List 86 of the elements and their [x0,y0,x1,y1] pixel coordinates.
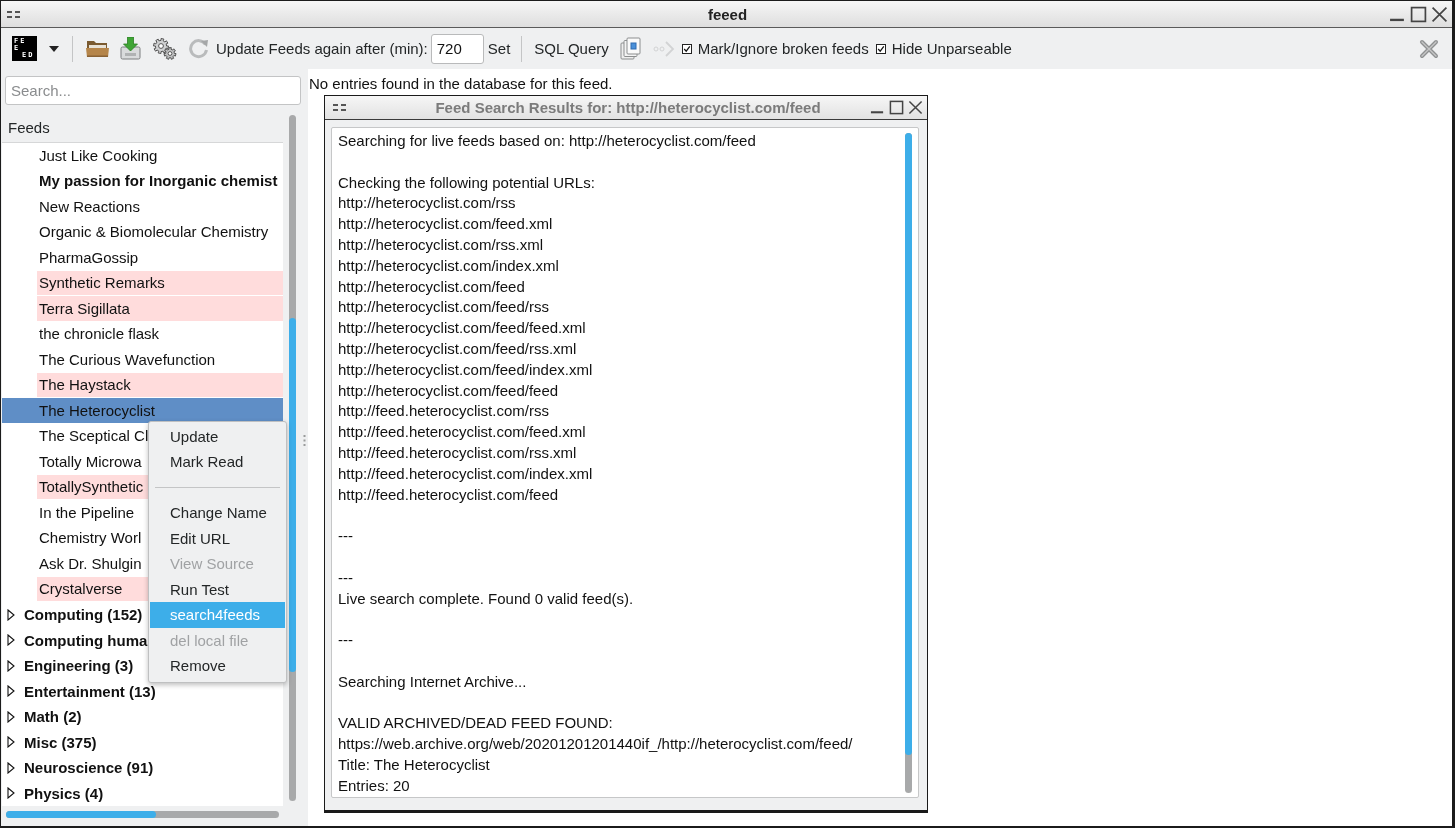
result-line: http://heterocyclist.com/feed/rss [338,297,550,318]
gears-icon[interactable] [153,37,177,60]
category-label: Entertainment (13) [24,682,156,700]
result-line: http://heterocyclist.com/feed.xml [338,214,554,235]
tree-header: Feeds [2,113,283,143]
documents-icon[interactable] [619,37,642,60]
expand-icon[interactable] [7,761,15,774]
checkbox-label[interactable]: Mark/Ignore broken feeds [697,40,869,57]
interval-input[interactable]: 720 [430,33,484,64]
expand-icon[interactable] [7,787,15,800]
feed-item[interactable]: The Heterocyclist [2,398,283,424]
result-line: http://feed.heterocyclist.com/index.xml [338,463,594,484]
caret-icon[interactable] [49,45,59,52]
results-text-area[interactable] [331,127,919,798]
category-label: Engineering (3) [24,657,134,675]
scrollbar-handle[interactable] [288,318,296,672]
result-line: VALID ARCHIVED/DEAD FEED FOUND: [338,713,614,734]
expand-icon[interactable] [7,710,15,723]
category-label: Computing huma [24,631,148,649]
result-line: http://heterocyclist.com/feed [338,276,526,297]
category-label: Physics (4) [24,784,104,802]
maximize-icon[interactable] [889,100,904,115]
window-menu-icon[interactable] [7,10,20,18]
result-line: http://heterocyclist.com/rss [338,193,517,214]
splitter-handle-icon[interactable] [303,435,306,446]
empty-feed-message: No entries found in the database for this feed. [308,74,614,92]
feed-item[interactable]: The Curious Wavefunction [2,347,283,373]
expand-icon[interactable] [7,634,15,647]
result-line: --- [338,567,354,588]
result-line: http://heterocyclist.com/feed/rss.xml [338,338,578,359]
menu-item[interactable]: Change Name [150,500,285,526]
scrollbar-track[interactable] [288,115,296,801]
checkbox[interactable] [875,43,886,54]
result-line: Title: The Heterocyclist [338,754,491,775]
category-label: Computing (152) [24,606,143,624]
feed-item[interactable]: the chronicle flask [2,321,283,347]
category-label: Misc (375) [24,733,97,751]
result-line: http://heterocyclist.com/rss.xml [338,235,545,255]
close-icon[interactable] [1431,5,1448,23]
feed-item[interactable]: New Reactions [2,194,283,220]
scrollbar-handle[interactable] [6,811,156,818]
category-label: Math (2) [24,708,82,726]
result-line: http://heterocyclist.com/feed/feed [338,380,560,401]
menu-item[interactable]: Edit URL [150,525,285,551]
close-icon[interactable] [908,100,923,115]
expand-icon[interactable] [7,608,15,621]
result-line: --- [338,526,354,547]
window-menu-icon[interactable] [333,104,346,111]
result-line: Live search complete. Found 0 valid feed(s). [338,588,635,609]
feed-item[interactable]: PharmaGossip [2,245,283,271]
result-line: http://heterocyclist.com/feed/feed.xml [338,318,587,339]
result-line: http://feed.heterocyclist.com/rss.xml [338,442,578,463]
result-line: Checking the following potential URLs: [338,172,596,193]
checkbox[interactable] [681,43,692,54]
menu-item[interactable]: Remove [150,653,285,679]
result-line: Entries: 20 [338,775,411,796]
sql-query-button[interactable]: SQL Query [532,36,611,61]
update-interval-label: Update Feeds again after (min): [216,40,428,57]
result-line: Searching for live feeds based on: http://heterocyclist.com/feed [338,131,757,151]
result-line: --- [338,630,354,651]
scrollbar-track[interactable] [6,811,279,818]
feed-item[interactable]: My passion for Inorganic chemist [2,168,283,194]
window-title: feeed [707,5,748,23]
expand-icon[interactable] [7,736,15,749]
category-label: Neuroscience (91) [24,759,154,777]
menu-item[interactable]: Update [150,423,285,449]
result-line: http://feed.heterocyclist.com/feed.xml [338,422,587,443]
result-line: http://feed.heterocyclist.com/rss [338,401,550,422]
search-field[interactable]: Search... [5,76,301,105]
feed-item[interactable]: Organic & Biomolecular Chemistry [2,219,283,245]
expand-icon[interactable] [7,685,15,698]
result-line: http://heterocyclist.com/index.xml [338,255,560,276]
maximize-icon[interactable] [1410,5,1427,23]
feed-item[interactable]: Just Like Cooking [2,143,283,169]
checkbox-label[interactable]: Hide Unparseable [891,40,1012,57]
expand-icon[interactable] [7,659,15,672]
dialog-title: Feed Search Results for: http://heterocyclist.com/feed [435,99,821,116]
folder-icon[interactable] [86,39,109,58]
result-line: https://web.archive.org/web/20201201201440if_/http://heterocyclist.com/feed/ [338,734,854,755]
menu-item[interactable]: Mark Read [150,449,285,475]
menu-item[interactable]: Run Test [150,576,285,602]
result-line: http://heterocyclist.com/feed/index.xml [338,359,594,380]
result-line: Searching Internet Archive... [338,671,528,692]
set-button[interactable]: Set [485,36,513,61]
result-line: http://feed.heterocyclist.com/feed [338,484,560,505]
download-icon[interactable] [120,37,141,60]
